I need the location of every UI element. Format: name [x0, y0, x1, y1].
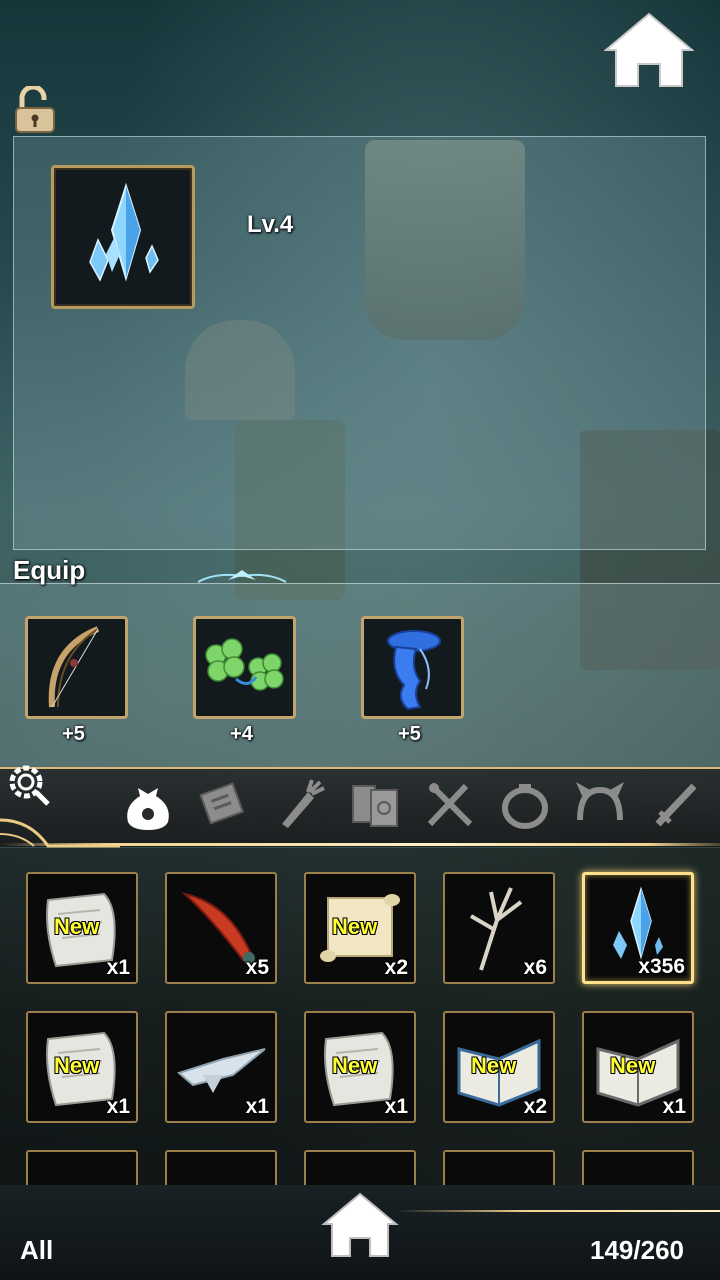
- equip-slot-scarf[interactable]: [361, 616, 464, 719]
- inventory-item-scroll[interactable]: New x1: [26, 872, 138, 984]
- tab-ingredients[interactable]: [268, 774, 328, 834]
- inventory-count: 149/260: [590, 1235, 684, 1265]
- inventory-item-silver-wing[interactable]: x1: [165, 1011, 277, 1123]
- item-quantity: x356: [638, 955, 685, 978]
- tab-tools[interactable]: [420, 774, 480, 834]
- inventory-item-blue-crystal[interactable]: x356: [582, 872, 694, 984]
- inventory-item-branch[interactable]: x6: [443, 872, 555, 984]
- new-badge: New: [471, 1053, 517, 1078]
- home-button-bottom[interactable]: [320, 1190, 400, 1260]
- blue-scarf-icon: [387, 630, 441, 711]
- equip-slot-clover[interactable]: [193, 616, 296, 719]
- tab-weapons[interactable]: [646, 774, 706, 834]
- inventory-grid: New x1 x5 New x2 x6 x356 New x1 x1 New x…: [0, 848, 720, 1185]
- equip-slot-bow[interactable]: [25, 616, 128, 719]
- tab-headgear[interactable]: [570, 774, 630, 834]
- ornament-icon: [197, 570, 287, 583]
- inventory-item-open-book[interactable]: New x2: [443, 1011, 555, 1123]
- equip-bonus: +4: [230, 723, 253, 745]
- clover-icon: [205, 638, 284, 691]
- inventory-item[interactable]: [304, 1150, 416, 1185]
- inventory-item[interactable]: [165, 1150, 277, 1185]
- tab-all-bag[interactable]: [118, 774, 178, 834]
- item-quantity: x6: [523, 956, 547, 979]
- inventory-item[interactable]: [26, 1150, 138, 1185]
- new-badge: New: [332, 914, 378, 939]
- item-level: Lv.4: [247, 211, 294, 238]
- item-quantity: x2: [384, 956, 408, 979]
- item-quantity: x1: [245, 1095, 269, 1118]
- filter-all-button[interactable]: All: [20, 1235, 53, 1266]
- inventory-item-scroll[interactable]: New x1: [26, 1011, 138, 1123]
- bow-icon: [48, 626, 100, 708]
- item-quantity: x1: [384, 1095, 408, 1118]
- equip-bonus: +5: [62, 723, 85, 745]
- blue-crystal-icon: [89, 182, 159, 282]
- item-quantity: x1: [106, 956, 130, 979]
- equip-title: Equip: [13, 555, 86, 585]
- selected-item-slot: [51, 165, 195, 309]
- unlock-icon[interactable]: [12, 86, 58, 134]
- equip-bonus: +5: [398, 723, 421, 745]
- tab-books[interactable]: [345, 774, 405, 834]
- bottom-divider: [395, 1210, 720, 1212]
- item-quantity: x2: [523, 1095, 547, 1118]
- inventory-item-red-feather[interactable]: x5: [165, 872, 277, 984]
- item-quantity: x5: [245, 956, 269, 979]
- inventory-item[interactable]: [582, 1150, 694, 1185]
- new-badge: New: [610, 1053, 656, 1078]
- new-badge: New: [54, 914, 100, 939]
- tab-rings[interactable]: [495, 774, 555, 834]
- new-badge: New: [54, 1053, 100, 1078]
- home-button[interactable]: [604, 12, 694, 88]
- inventory-item-open-book[interactable]: New x1: [582, 1011, 694, 1123]
- sort-settings-button[interactable]: [4, 762, 56, 810]
- new-badge: New: [332, 1053, 378, 1078]
- item-quantity: x1: [106, 1095, 130, 1118]
- tab-documents[interactable]: [193, 774, 253, 834]
- inventory-item[interactable]: [443, 1150, 555, 1185]
- item-quantity: x1: [662, 1095, 686, 1118]
- inventory-item-scroll[interactable]: New x1: [304, 1011, 416, 1123]
- inventory-item-parchment[interactable]: New x2: [304, 872, 416, 984]
- tabbar-divider: [0, 843, 720, 846]
